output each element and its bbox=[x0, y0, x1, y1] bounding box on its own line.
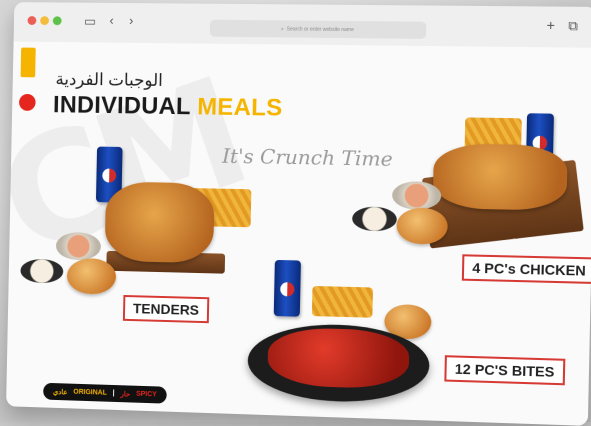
coleslaw-image bbox=[56, 232, 101, 261]
tenders-meal-photo bbox=[8, 140, 267, 305]
flavor-selector[interactable]: عادي ORIGINAL | حار SPICY bbox=[43, 383, 167, 404]
tenders-image bbox=[105, 181, 215, 263]
browser-window: ▭ ‹ › ⌕ Search or enter website name + ⧉… bbox=[6, 2, 591, 426]
pepsi-can-image bbox=[274, 260, 301, 317]
fried-chicken-image bbox=[433, 143, 568, 211]
sidebar-icon[interactable]: ▭ bbox=[84, 14, 96, 30]
bites-meal-photo bbox=[242, 254, 447, 411]
close-window-button[interactable] bbox=[27, 16, 36, 25]
title-word-individual: INDIVIDUAL bbox=[53, 91, 191, 120]
maximize-window-button[interactable] bbox=[53, 16, 62, 25]
fries-image bbox=[312, 286, 373, 318]
brand-yellow-bar bbox=[21, 48, 36, 78]
bun-image bbox=[67, 258, 117, 295]
page-content: CM الوجبات الفردية INDIVIDUAL MEALS It's… bbox=[6, 42, 591, 426]
forward-icon[interactable]: › bbox=[129, 13, 134, 28]
flavor-spicy[interactable]: SPICY bbox=[136, 391, 157, 399]
flavor-original-ar: عادي bbox=[53, 388, 68, 396]
bites-label[interactable]: 12 PC'S BITES bbox=[444, 355, 565, 385]
flavor-original[interactable]: ORIGINAL bbox=[73, 389, 107, 397]
tabs-icon[interactable]: ⧉ bbox=[568, 18, 578, 34]
minimize-window-button[interactable] bbox=[40, 16, 49, 25]
garlic-sauce-image bbox=[352, 206, 397, 231]
page-title: INDIVIDUAL MEALS bbox=[53, 91, 283, 122]
chicken-label[interactable]: 4 PC's CHICKEN bbox=[462, 254, 591, 284]
garlic-sauce-image bbox=[20, 259, 63, 284]
tenders-label[interactable]: TENDERS bbox=[123, 295, 209, 323]
title-word-meals: MEALS bbox=[197, 93, 283, 121]
search-icon: ⌕ bbox=[281, 26, 284, 32]
arabic-title: الوجبات الفردية bbox=[55, 70, 163, 91]
plus-icon[interactable]: + bbox=[546, 17, 555, 33]
backdrop: ▭ ‹ › ⌕ Search or enter website name + ⧉… bbox=[0, 0, 591, 422]
address-bar[interactable]: ⌕ Search or enter website name bbox=[210, 20, 427, 39]
back-icon[interactable]: ‹ bbox=[109, 13, 114, 28]
flavor-separator: | bbox=[113, 390, 115, 397]
chicken-meal-photo bbox=[345, 106, 591, 263]
flavor-spicy-ar: حار bbox=[120, 390, 130, 398]
address-placeholder: Search or enter website name bbox=[287, 26, 354, 33]
